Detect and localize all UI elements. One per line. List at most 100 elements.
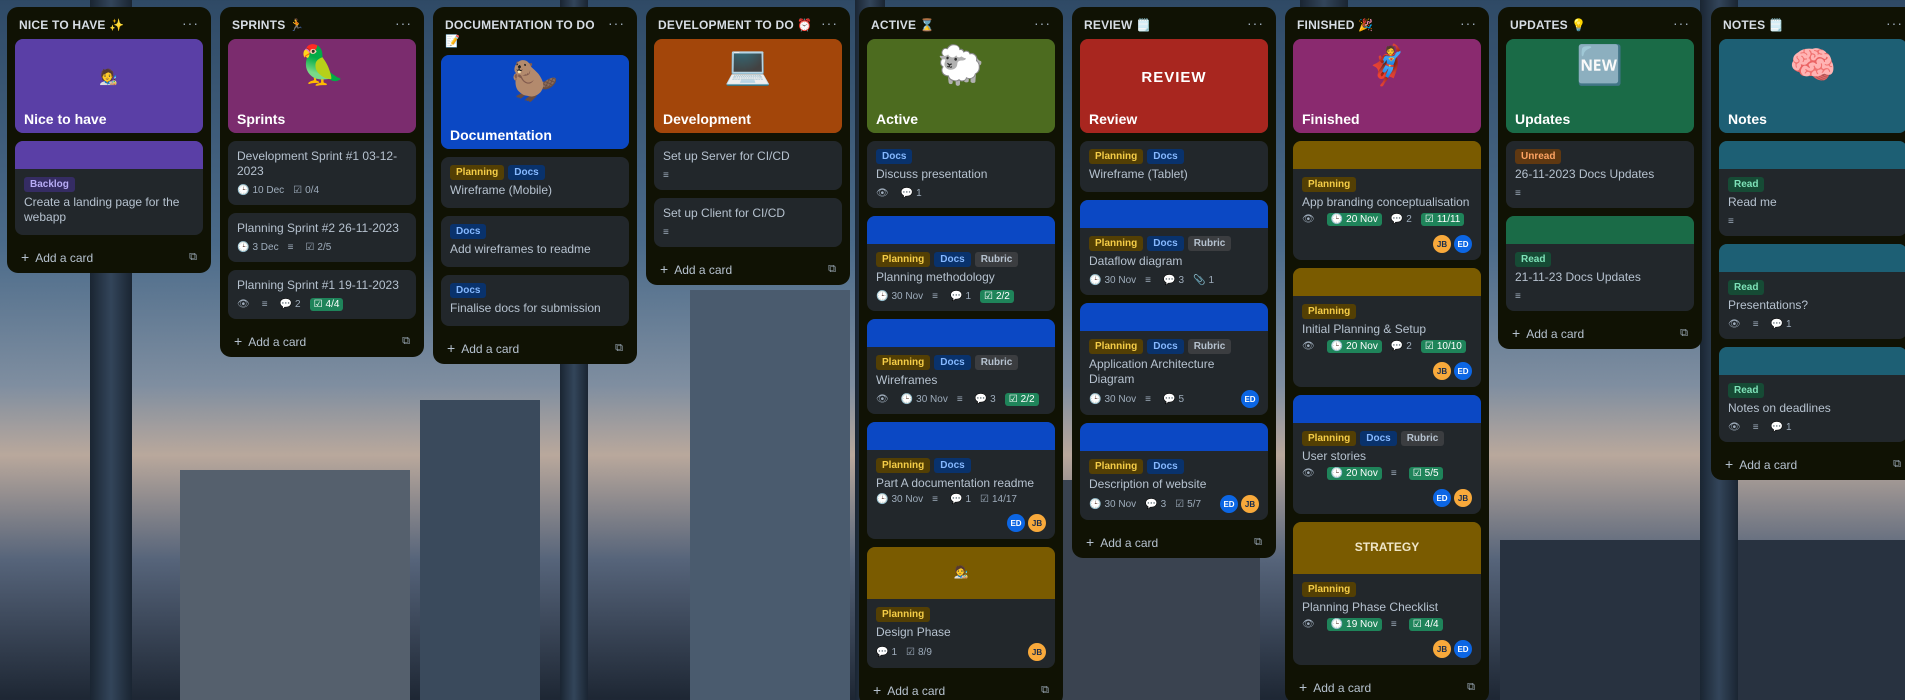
label-docs[interactable]: Docs	[934, 355, 971, 370]
member-avatar[interactable]: ED	[1454, 235, 1472, 253]
member-avatar[interactable]: ED	[1433, 489, 1451, 507]
card-title[interactable]: Description of website	[1089, 477, 1259, 492]
label-read[interactable]: Read	[1728, 383, 1765, 398]
card-title[interactable]: Set up Client for CI/CD	[663, 206, 833, 221]
member-avatar[interactable]: ED	[1454, 362, 1472, 380]
label-planning[interactable]: Planning	[450, 165, 505, 180]
label-read[interactable]: Read	[1728, 177, 1765, 192]
add-card-button[interactable]: + Add a card	[1512, 325, 1584, 341]
label-rubric[interactable]: Rubric	[974, 355, 1019, 370]
card[interactable]: Planning Docs Rubric Wireframes 👁 🕒 30 Nov ≡ 💬 3 ☑…	[867, 319, 1055, 414]
list-title[interactable]: DOCUMENTATION TO DO 📝	[445, 17, 605, 49]
card-title[interactable]: Application Architecture Diagram	[1089, 357, 1259, 387]
add-card-button[interactable]: + Add a card	[660, 261, 732, 277]
create-from-template-icon[interactable]: ⧉	[1041, 684, 1049, 697]
list-title[interactable]: DEVELOPMENT TO DO ⏰	[658, 17, 813, 33]
label-planning[interactable]: Planning	[1302, 304, 1357, 319]
label-docs[interactable]: Docs	[1360, 431, 1397, 446]
card[interactable]: Planning Sprint #2 26-11-2023 🕒 3 Dec ≡ ☑ 2/5	[228, 213, 416, 262]
add-card-button[interactable]: + Add a card	[1299, 679, 1371, 695]
card-title[interactable]: Part A documentation readme	[876, 476, 1046, 491]
member-avatar[interactable]: JB	[1433, 640, 1451, 658]
member-avatar[interactable]: JB	[1028, 514, 1046, 532]
list-menu-icon[interactable]: ···	[1247, 16, 1264, 30]
member-avatar[interactable]: JB	[1433, 362, 1451, 380]
card-title[interactable]: Create a landing page for the webapp	[24, 195, 194, 225]
label-planning[interactable]: Planning	[1089, 149, 1144, 164]
add-card-button[interactable]: + Add a card	[1086, 534, 1158, 550]
cover-card[interactable]: 🧠 Notes	[1719, 39, 1905, 133]
label-read[interactable]: Read	[1728, 280, 1765, 295]
card[interactable]: Planning Docs Wireframe (Mobile)	[441, 157, 629, 208]
label-planning[interactable]: Planning	[1302, 431, 1357, 446]
label-docs[interactable]: Docs	[1147, 339, 1184, 354]
label-rubric[interactable]: Rubric	[974, 252, 1019, 267]
cover-card[interactable]: 🦸 Finished	[1293, 39, 1481, 133]
card[interactable]: Read Notes on deadlines 👁 ≡ 💬 1	[1719, 347, 1905, 442]
member-avatar[interactable]: ED	[1220, 495, 1238, 513]
card[interactable]: Planning Docs Rubric Application Architectu…	[1080, 303, 1268, 415]
create-from-template-icon[interactable]: ⧉	[1467, 681, 1475, 694]
label-rubric[interactable]: Rubric	[1187, 236, 1232, 251]
list-menu-icon[interactable]: ···	[1886, 16, 1903, 30]
card-title[interactable]: Planning methodology	[876, 270, 1046, 285]
card[interactable]: Planning Docs Description of website 🕒 30 No…	[1080, 423, 1268, 520]
list-menu-icon[interactable]: ···	[395, 16, 412, 30]
card-title[interactable]: User stories	[1302, 449, 1472, 464]
cover-card[interactable]: 🦫 Documentation	[441, 55, 629, 149]
card-title[interactable]: Wireframe (Tablet)	[1089, 167, 1259, 182]
list-title[interactable]: SPRINTS 🏃	[232, 17, 304, 33]
member-avatar[interactable]: ED	[1241, 390, 1259, 408]
card[interactable]: Read Presentations? 👁 ≡ 💬 1	[1719, 244, 1905, 339]
label-docs[interactable]: Docs	[1147, 459, 1184, 474]
cover-card[interactable]: 💻 Development	[654, 39, 842, 133]
add-card-button[interactable]: + Add a card	[873, 682, 945, 698]
card-title[interactable]: Planning Sprint #2 26-11-2023	[237, 221, 407, 236]
card-title[interactable]: Dataflow diagram	[1089, 254, 1259, 269]
label-docs[interactable]: Docs	[876, 149, 913, 164]
member-avatar[interactable]: JB	[1028, 643, 1046, 661]
card-title[interactable]: Design Phase	[876, 625, 1046, 640]
card[interactable]: 🧑‍🎨 Planning Design Phase 💬 1 ☑ 8/9 JB	[867, 547, 1055, 668]
card[interactable]: STRATEGY Planning Planning Phase Checklist…	[1293, 522, 1481, 665]
card[interactable]: Planning Initial Planning & Setup 👁 🕒 20 Nov…	[1293, 268, 1481, 387]
card[interactable]: Planning Docs Wireframe (Tablet)	[1080, 141, 1268, 192]
card-title[interactable]: Discuss presentation	[876, 167, 1046, 182]
label-docs[interactable]: Docs	[934, 252, 971, 267]
list-title[interactable]: REVIEW 🗒️	[1084, 17, 1151, 33]
card[interactable]: Planning Docs Rubric User stories 👁 🕒 20 Nov ≡ ☑…	[1293, 395, 1481, 514]
create-from-template-icon[interactable]: ⧉	[189, 251, 197, 264]
cover-card[interactable]: 🆕 Updates	[1506, 39, 1694, 133]
label-planning[interactable]: Planning	[1302, 582, 1357, 597]
card-title[interactable]: Initial Planning & Setup	[1302, 322, 1472, 337]
card[interactable]: Unread 26-11-2023 Docs Updates ≡	[1506, 141, 1694, 208]
member-avatar[interactable]: ED	[1007, 514, 1025, 532]
label-read[interactable]: Read	[1515, 252, 1552, 267]
member-avatar[interactable]: JB	[1241, 495, 1259, 513]
label-docs[interactable]: Docs	[934, 458, 971, 473]
add-card-button[interactable]: + Add a card	[447, 340, 519, 356]
card[interactable]: Planning Docs Rubric Dataflow diagram 🕒 30 No…	[1080, 200, 1268, 295]
card[interactable]: Read Read me ≡	[1719, 141, 1905, 236]
card[interactable]: Docs Discuss presentation 👁 💬 1	[867, 141, 1055, 208]
label-planning[interactable]: Planning	[1089, 459, 1144, 474]
card[interactable]: Read 21-11-23 Docs Updates ≡	[1506, 216, 1694, 311]
add-card-button[interactable]: + Add a card	[234, 333, 306, 349]
card-title[interactable]: Finalise docs for submission	[450, 301, 620, 316]
cover-card[interactable]: 🧑‍🎨 Nice to have	[15, 39, 203, 133]
label-docs[interactable]: Docs	[508, 165, 545, 180]
add-card-button[interactable]: + Add a card	[21, 249, 93, 265]
card-title[interactable]: Notes on deadlines	[1728, 401, 1898, 416]
create-from-template-icon[interactable]: ⧉	[1680, 327, 1688, 340]
card-title[interactable]: Wireframes	[876, 373, 1046, 388]
member-avatar[interactable]: JB	[1433, 235, 1451, 253]
card-title[interactable]: Wireframe (Mobile)	[450, 183, 620, 198]
card[interactable]: Planning Sprint #1 19-11-2023 👁 ≡ 💬 2 ☑ 4/4	[228, 270, 416, 319]
member-avatar[interactable]: ED	[1454, 640, 1472, 658]
label-planning[interactable]: Planning	[876, 607, 931, 622]
label-unread[interactable]: Unread	[1515, 149, 1562, 164]
list-title[interactable]: NICE TO HAVE ✨	[19, 17, 124, 33]
label-planning[interactable]: Planning	[876, 252, 931, 267]
card-title[interactable]: Presentations?	[1728, 298, 1898, 313]
card[interactable]: Docs Finalise docs for submission	[441, 275, 629, 326]
